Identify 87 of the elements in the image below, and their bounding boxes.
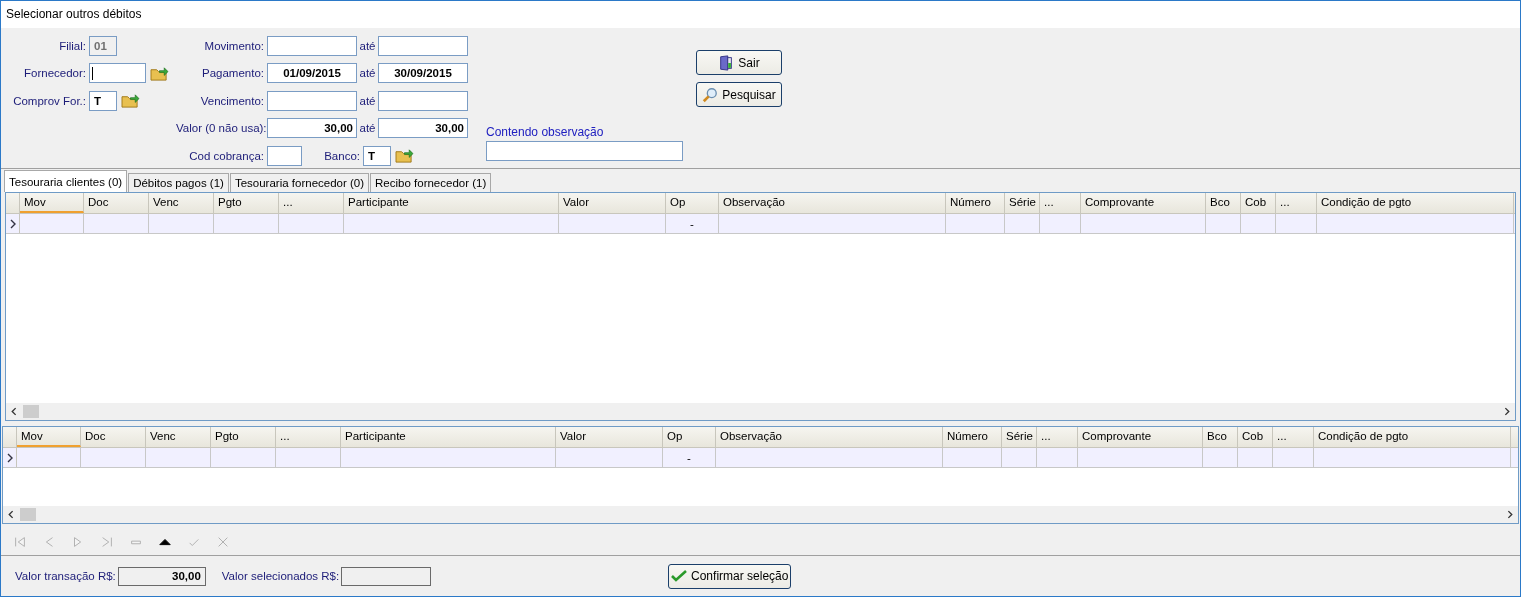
column-header[interactable]: Pgto: [211, 427, 276, 447]
column-header[interactable]: Op: [666, 193, 719, 213]
field-label: Movimento:: [203, 39, 264, 52]
column-header[interactable]: Doc: [81, 427, 146, 447]
column-header[interactable]: Venc: [149, 193, 214, 213]
column-header[interactable]: Comprovante: [1078, 427, 1203, 447]
column-header[interactable]: Pgto: [214, 193, 279, 213]
column-header[interactable]: Valor: [556, 427, 663, 447]
input-field[interactable]: [267, 145, 302, 166]
field-label: Comprov For.:: [12, 94, 86, 107]
column-header[interactable]: Op: [663, 427, 716, 447]
field-label: Contendo observação: [486, 125, 605, 139]
scroll-thumb[interactable]: [23, 405, 39, 418]
field-label: Banco:: [323, 149, 360, 162]
column-header[interactable]: Participante: [341, 427, 556, 447]
column-header[interactable]: ...: [276, 427, 341, 447]
column-header[interactable]: Cob: [1241, 193, 1276, 213]
input-field[interactable]: [486, 141, 683, 161]
column-header[interactable]: Venc: [146, 427, 211, 447]
confirm-button[interactable]: Confirmar seleção: [668, 563, 792, 589]
column-header[interactable]: ...: [1276, 193, 1317, 213]
first-icon: [12, 534, 27, 549]
column-header[interactable]: Observação: [716, 427, 943, 447]
column-header[interactable]: Condição de pgto: [1314, 427, 1511, 447]
output-field: 30,00: [117, 566, 206, 586]
column-header[interactable]: Bco: [1206, 193, 1241, 213]
field-label: Fornecedor:: [23, 67, 86, 80]
input-field[interactable]: T: [363, 145, 391, 166]
table-row[interactable]: -: [6, 214, 1515, 234]
column-header[interactable]: ...: [1273, 427, 1314, 447]
horizontal-scrollbar[interactable]: [6, 403, 1515, 420]
column-header[interactable]: ...: [1037, 427, 1078, 447]
field-label: até: [358, 39, 377, 52]
column-header[interactable]: ...: [1040, 193, 1081, 213]
input-field[interactable]: T: [89, 90, 117, 111]
input-field[interactable]: 30,00: [267, 118, 357, 139]
tab[interactable]: Recibo fornecedor (1): [370, 173, 492, 192]
tab[interactable]: Tesouraria fornecedor (0): [229, 173, 370, 192]
column-header[interactable]: Condição de pgto: [1317, 193, 1514, 213]
input-field[interactable]: 30,00: [378, 118, 468, 139]
column-header[interactable]: Série: [1005, 193, 1040, 213]
field-label: até: [358, 122, 377, 135]
column-header[interactable]: Participante: [344, 193, 559, 213]
input-field[interactable]: [378, 35, 468, 56]
column-header[interactable]: Número: [946, 193, 1005, 213]
row-indicator-icon: [6, 452, 13, 463]
field-label: Valor transação R$:: [15, 570, 116, 582]
table-row[interactable]: -: [3, 448, 1518, 468]
field-label: Cod cobrança:: [188, 149, 264, 162]
field-label: Vencimento:: [199, 94, 264, 107]
column-header[interactable]: ...: [279, 193, 344, 213]
input-field[interactable]: 01/09/2015: [267, 63, 357, 84]
input-field[interactable]: [267, 90, 357, 111]
folder-icon[interactable]: [395, 147, 414, 165]
column-header[interactable]: Bco: [1203, 427, 1238, 447]
field-label: até: [358, 94, 377, 107]
input-field[interactable]: 30/09/2015: [378, 63, 468, 84]
window-title: Selecionar outros débitos: [1, 1, 1520, 28]
field-label: Pagamento:: [201, 67, 264, 80]
column-header[interactable]: Valor: [559, 193, 666, 213]
field-label: Filial:: [58, 39, 86, 52]
search-button[interactable]: Pesquisar: [696, 82, 782, 107]
check-icon: [671, 568, 688, 584]
tab[interactable]: Débitos pagos (1): [128, 173, 229, 192]
door-icon: [718, 54, 735, 71]
horizontal-scrollbar[interactable]: [3, 506, 1518, 523]
row-indicator-icon: [9, 218, 16, 229]
column-header[interactable]: Número: [943, 427, 1002, 447]
field-label: Valor selecionados R$:: [221, 570, 340, 582]
folder-icon[interactable]: [150, 64, 169, 82]
column-header[interactable]: Cob: [1238, 427, 1273, 447]
input-field[interactable]: [378, 90, 468, 111]
field-label: até: [358, 67, 377, 80]
exit-button[interactable]: Sair: [696, 50, 782, 75]
column-header[interactable]: Comprovante: [1081, 193, 1206, 213]
input-field[interactable]: [267, 35, 357, 56]
column-header[interactable]: Observação: [719, 193, 946, 213]
folder-icon[interactable]: [121, 92, 140, 110]
tab[interactable]: Tesouraria clientes (0): [4, 170, 128, 192]
search-icon: [702, 86, 719, 103]
input-field[interactable]: [89, 63, 146, 84]
table-cell: -: [687, 451, 691, 464]
column-header[interactable]: Série: [1002, 427, 1037, 447]
scroll-thumb[interactable]: [20, 508, 36, 521]
table-cell: -: [690, 217, 694, 230]
column-header[interactable]: Doc: [84, 193, 149, 213]
field-label: Valor (0 não usa):: [176, 122, 264, 135]
